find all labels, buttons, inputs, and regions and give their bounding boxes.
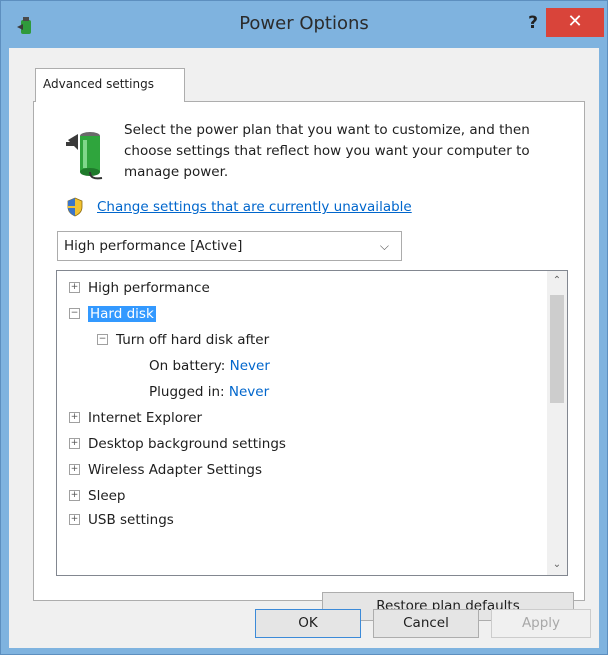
tree-item-label: Sleep: [88, 488, 126, 504]
tree-item-label: Wireless Adapter Settings: [88, 462, 262, 478]
tree-item-label: Desktop background settings: [88, 436, 286, 452]
tree-item-high-performance[interactable]: + High performance: [69, 277, 210, 299]
expand-icon[interactable]: +: [69, 281, 80, 293]
tree-item-turn-off-hard-disk[interactable]: − Turn off hard disk after: [97, 329, 269, 351]
dialog-client-area: Advanced settings Select the power plan …: [9, 48, 599, 648]
tree-item-wireless-adapter[interactable]: + Wireless Adapter Settings: [69, 459, 262, 481]
tree-item-label: Hard disk: [88, 306, 156, 322]
help-button[interactable]: ?: [521, 13, 545, 35]
power-options-window: Power Options ? ✕ Advanced settings Sele…: [0, 0, 608, 655]
setting-label: Plugged in:: [149, 384, 225, 400]
scrollbar-thumb[interactable]: [550, 295, 564, 403]
tree-item-sleep[interactable]: + Sleep: [69, 485, 126, 507]
uac-shield-icon: [67, 197, 83, 217]
setting-plugged-in[interactable]: Plugged in: Never: [149, 381, 269, 403]
scroll-down-arrow-icon[interactable]: ⌄: [547, 555, 567, 575]
setting-value[interactable]: Never: [230, 358, 270, 374]
tree-item-hard-disk[interactable]: − Hard disk: [69, 303, 156, 325]
tree-item-label: USB settings: [88, 512, 174, 528]
tree-item-internet-explorer[interactable]: + Internet Explorer: [69, 407, 202, 429]
window-title: Power Options: [239, 13, 369, 34]
expand-icon[interactable]: +: [69, 411, 80, 423]
expand-icon[interactable]: +: [69, 463, 80, 475]
expand-icon[interactable]: +: [69, 437, 80, 449]
scroll-up-arrow-icon[interactable]: ⌃: [547, 271, 567, 291]
intro-description: Select the power plan that you want to c…: [124, 122, 530, 180]
collapse-icon[interactable]: −: [97, 333, 108, 345]
tree-scrollbar[interactable]: ⌃ ⌄: [547, 271, 567, 575]
tree-item-label: Turn off hard disk after: [116, 332, 270, 348]
setting-on-battery[interactable]: On battery: Never: [149, 355, 270, 377]
advanced-settings-panel: Select the power plan that you want to c…: [33, 101, 585, 621]
settings-tree[interactable]: + High performance − Hard disk − Turn off h…: [56, 270, 568, 576]
ok-button[interactable]: OK: [255, 609, 361, 638]
tree-item-usb-settings[interactable]: + USB settings: [69, 509, 174, 531]
change-settings-link[interactable]: Change settings that are currently unava…: [97, 199, 412, 215]
cancel-button[interactable]: Cancel: [373, 609, 479, 638]
expand-icon[interactable]: +: [69, 489, 80, 501]
tree-item-label: Internet Explorer: [88, 410, 203, 426]
apply-button[interactable]: Apply: [491, 609, 591, 638]
setting-label: On battery:: [149, 358, 226, 374]
setting-value[interactable]: Never: [229, 384, 269, 400]
close-button[interactable]: ✕: [546, 8, 604, 37]
power-plan-dropdown-value: High performance [Active]: [64, 238, 243, 254]
expand-icon[interactable]: +: [69, 513, 80, 525]
tree-item-label: High performance: [88, 280, 210, 296]
collapse-icon[interactable]: −: [69, 307, 80, 319]
power-plan-dropdown[interactable]: High performance [Active] ⌵: [57, 231, 402, 261]
tree-item-desktop-background[interactable]: + Desktop background settings: [69, 433, 286, 455]
battery-plug-icon: [66, 132, 103, 180]
title-bar[interactable]: Power Options ? ✕: [1, 1, 607, 47]
tab-advanced-settings[interactable]: Advanced settings: [35, 68, 185, 102]
chevron-down-icon: ⌵: [379, 239, 389, 253]
